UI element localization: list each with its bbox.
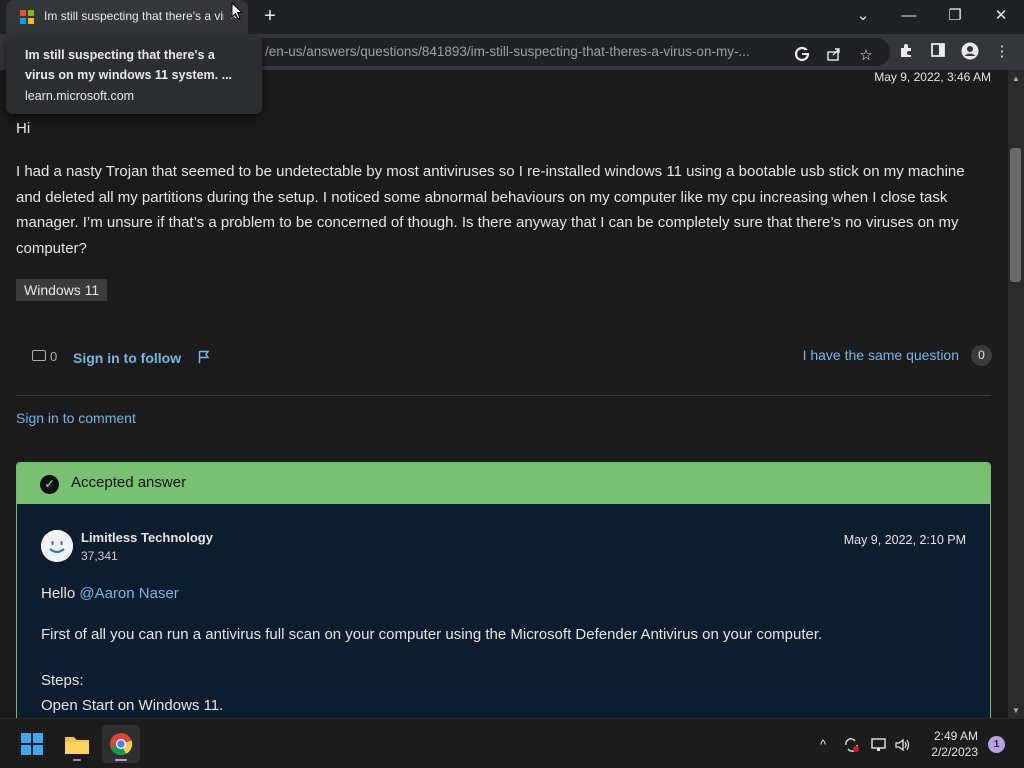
accepted-answer-card: ✓ Accepted answer Limitless Technology 3…: [16, 462, 991, 718]
bookmark-star-icon[interactable]: ☆: [856, 46, 876, 66]
profile-icon[interactable]: [960, 42, 980, 62]
comment-count: 0: [50, 349, 58, 364]
chrome-icon[interactable]: [102, 725, 140, 763]
avatar[interactable]: [41, 530, 73, 562]
share-icon[interactable]: [824, 46, 844, 66]
checkmark-icon: ✓: [40, 475, 59, 494]
mouse-cursor-icon: [231, 2, 243, 20]
tag-windows-11[interactable]: Windows 11: [16, 279, 108, 301]
google-icon[interactable]: [792, 46, 812, 66]
tab-title: Im still suspecting that there's a virus: [44, 9, 224, 23]
same-question-count: 0: [971, 345, 992, 366]
menu-kebab-icon[interactable]: ⋮: [992, 42, 1012, 62]
side-panel-icon[interactable]: [928, 42, 948, 62]
minimize-button[interactable]: —: [894, 4, 924, 28]
accepted-answer-header: ✓ Accepted answer: [17, 463, 990, 504]
mention-link[interactable]: @Aaron Naser: [79, 585, 178, 602]
sign-in-to-comment-link[interactable]: Sign in to comment: [16, 410, 136, 426]
tab-hover-tooltip: Im still suspecting that there's a virus…: [6, 36, 262, 114]
start-button[interactable]: [13, 725, 51, 763]
restore-button[interactable]: ❐: [940, 4, 970, 28]
extensions-icon[interactable]: [896, 42, 916, 62]
question-actions: 0 Sign in to follow I have the same ques…: [30, 345, 992, 368]
page-content: May 9, 2022, 3:46 AM Hi I had a nasty Tr…: [0, 70, 1008, 718]
microsoft-logo-icon: [20, 10, 34, 24]
file-explorer-icon[interactable]: [58, 725, 96, 763]
scroll-up-icon[interactable]: ▲: [1011, 74, 1021, 83]
close-window-button[interactable]: ✕: [986, 4, 1016, 28]
network-icon[interactable]: [870, 737, 888, 756]
browser-tab[interactable]: Im still suspecting that there's a virus…: [6, 0, 248, 34]
clock-date: 2/2/2023: [931, 745, 978, 759]
tab-search-chevron-icon[interactable]: ⌄: [848, 4, 878, 28]
hello-text: Hello: [41, 585, 76, 602]
scroll-down-icon[interactable]: ▼: [1011, 706, 1021, 715]
new-tab-button[interactable]: +: [260, 5, 280, 27]
sign-in-to-follow-link[interactable]: Sign in to follow: [73, 350, 181, 366]
clock-time: 2:49 AM: [933, 729, 978, 743]
same-question-button[interactable]: I have the same question: [803, 347, 959, 363]
notification-badge[interactable]: 1: [988, 736, 1005, 753]
answer-paragraph: First of all you can run a antivirus ful…: [41, 626, 823, 643]
step-item: Open Start on Windows 11.: [41, 697, 224, 714]
steps-label: Steps:: [41, 672, 84, 689]
author-reputation: 37,341: [81, 549, 118, 563]
question-greeting: Hi: [16, 120, 31, 137]
page-scrollbar[interactable]: ▲ ▼: [1008, 70, 1024, 718]
scrollbar-thumb[interactable]: [1010, 148, 1021, 282]
tray-chevron-icon[interactable]: ^: [820, 737, 826, 752]
divider: [16, 395, 991, 396]
answer-greeting: Hello @Aaron Naser: [41, 585, 179, 602]
tooltip-domain: learn.microsoft.com: [25, 89, 135, 103]
volume-icon[interactable]: [894, 737, 912, 756]
system-clock[interactable]: 2:49 AM 2/2/2023: [931, 728, 978, 760]
flag-icon[interactable]: [198, 350, 210, 364]
url-text: /en-us/answers/questions/841893/im-still…: [265, 44, 750, 59]
tooltip-title: Im still suspecting that there's a virus…: [25, 48, 233, 82]
browser-tab-strip: Im still suspecting that there's a virus…: [0, 0, 1024, 34]
answer-steps: Steps: Open Start on Windows 11.: [41, 668, 223, 718]
question-date: May 9, 2022, 3:46 AM: [874, 70, 991, 84]
screen: Im still suspecting that there's a virus…: [0, 0, 1024, 768]
answer-date: May 9, 2022, 2:10 PM: [843, 533, 966, 547]
question-body: I had a nasty Trojan that seemed to be u…: [16, 163, 965, 257]
sync-icon[interactable]: [843, 737, 861, 756]
answer-author[interactable]: Limitless Technology: [81, 530, 213, 545]
accepted-answer-label: Accepted answer: [71, 474, 187, 491]
windows-taskbar: ^ 2:49 AM 2/2/2023 1: [0, 718, 1024, 768]
comment-icon: [32, 350, 46, 361]
